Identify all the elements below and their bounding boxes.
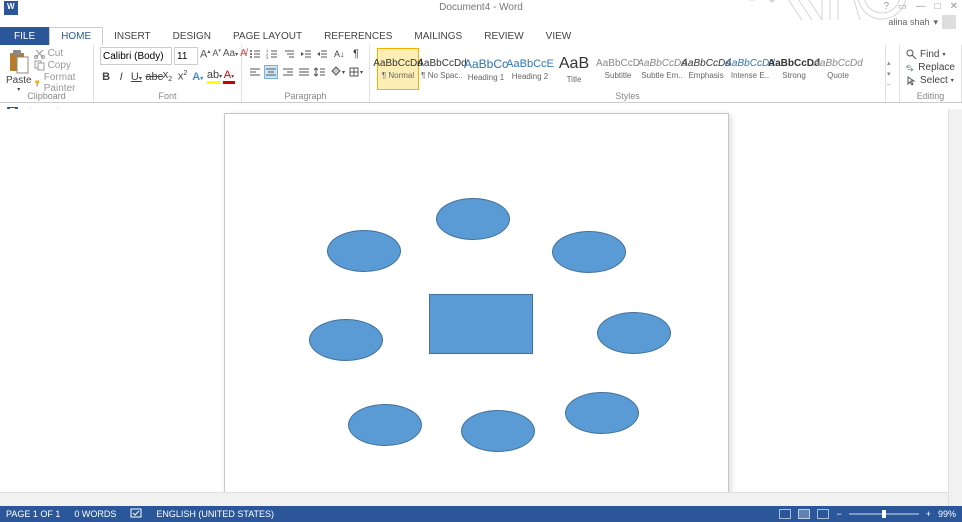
tab-view[interactable]: VIEW [535, 27, 583, 45]
style--normal[interactable]: AaBbCcDd¶ Normal [377, 48, 419, 90]
style-subtitle[interactable]: AaBbCcDSubtitle [597, 48, 639, 90]
line-spacing-button[interactable] [314, 65, 327, 79]
status-words[interactable]: 0 WORDS [74, 509, 116, 519]
justify-button[interactable] [298, 65, 311, 79]
ellipse-shape-5[interactable] [597, 312, 671, 354]
underline-button[interactable]: U▾ [130, 71, 142, 83]
tab-design[interactable]: DESIGN [162, 27, 222, 45]
zoom-in-button[interactable]: + [926, 509, 931, 519]
style-quote[interactable]: AaBbCcDdQuote [817, 48, 859, 90]
horizontal-scrollbar[interactable] [0, 492, 948, 506]
cut-button[interactable]: Cut [34, 48, 87, 59]
bold-button[interactable]: B [100, 71, 112, 83]
zoom-slider[interactable] [849, 513, 919, 515]
superscript-button[interactable]: x2 [177, 70, 189, 83]
copy-button[interactable]: Copy [34, 60, 87, 71]
borders-button[interactable]: ▾ [348, 65, 363, 79]
style-title[interactable]: AaBTitle [553, 48, 595, 90]
align-center-button[interactable] [264, 65, 278, 79]
shrink-font-button[interactable]: A▾ [212, 48, 221, 64]
style-heading-2[interactable]: AaBbCcEHeading 2 [509, 48, 551, 90]
rectangle-shape[interactable] [429, 294, 533, 354]
styles-row-up-icon[interactable]: ▴ [887, 59, 898, 67]
vertical-scrollbar[interactable] [948, 109, 962, 506]
decrease-indent-button[interactable] [299, 47, 313, 61]
ellipse-shape-1[interactable] [436, 198, 510, 240]
svg-text:ab: ab [906, 64, 911, 69]
ellipse-shape-4[interactable] [309, 319, 383, 361]
subscript-button[interactable]: x2 [161, 69, 173, 83]
style--no-spac-[interactable]: AaBbCcDd¶ No Spac.. [421, 48, 463, 90]
find-button[interactable]: Find ▾ [906, 49, 955, 60]
show-marks-button[interactable]: ¶ [349, 47, 363, 61]
close-icon[interactable]: ✕ [950, 1, 958, 12]
ellipse-shape-8[interactable] [565, 392, 639, 434]
font-size-select[interactable] [174, 47, 198, 65]
clipboard-group-label: Clipboard [27, 91, 66, 101]
highlight-button[interactable]: ab▾ [207, 69, 220, 84]
help-icon[interactable]: ? [883, 1, 889, 12]
shading-button[interactable]: ▾ [330, 65, 345, 79]
ellipse-shape-2[interactable] [327, 230, 401, 272]
file-tab[interactable]: FILE [0, 27, 49, 45]
tab-home[interactable]: HOME [49, 27, 103, 45]
change-case-button[interactable]: Aa▾ [223, 48, 238, 64]
avatar[interactable] [942, 15, 956, 29]
numbering-button[interactable]: 123 [265, 47, 279, 61]
ellipse-shape-3[interactable] [552, 231, 626, 273]
multilevel-button[interactable] [282, 47, 296, 61]
zoom-out-button[interactable]: − [836, 509, 841, 519]
read-mode-icon[interactable] [779, 509, 791, 519]
ribbon-options-icon[interactable]: ▭ [898, 1, 907, 12]
status-proofing-icon[interactable] [130, 508, 142, 520]
align-right-button[interactable] [281, 65, 294, 79]
style-strong[interactable]: AaBbCcDdStrong [773, 48, 815, 90]
strike-button[interactable]: abc [145, 71, 158, 83]
minimize-icon[interactable]: — [916, 1, 926, 12]
paragraph-group-label: Paragraph [284, 91, 326, 101]
bullets-button[interactable] [248, 47, 262, 61]
ellipse-shape-7[interactable] [461, 410, 535, 452]
font-color-button[interactable]: A▾ [223, 69, 235, 84]
tab-insert[interactable]: INSERT [103, 27, 162, 45]
increase-indent-button[interactable] [315, 47, 329, 61]
maximize-icon[interactable]: □ [935, 1, 941, 12]
document-page[interactable] [224, 113, 729, 506]
ellipse-shape-6[interactable] [348, 404, 422, 446]
status-language[interactable]: ENGLISH (UNITED STATES) [156, 509, 274, 519]
word-app-icon [4, 1, 18, 15]
tab-page-layout[interactable]: PAGE LAYOUT [222, 27, 313, 45]
tab-review[interactable]: REVIEW [473, 27, 534, 45]
status-page[interactable]: PAGE 1 OF 1 [6, 509, 60, 519]
style-heading-1[interactable]: AaBbCcHeading 1 [465, 48, 507, 90]
window-title: Document4 - Word [439, 2, 523, 13]
styles-group-label: Styles [615, 91, 640, 101]
grow-font-button[interactable]: A▴ [200, 48, 210, 64]
style-intense-e-[interactable]: AaBbCcDdIntense E.. [729, 48, 771, 90]
user-name[interactable]: alina shah [888, 17, 929, 27]
web-layout-icon[interactable] [817, 509, 829, 519]
select-button[interactable]: Select ▾ [906, 75, 955, 86]
tab-references[interactable]: REFERENCES [313, 27, 403, 45]
style-subtle-em-[interactable]: AaBbCcDdSubtle Em.. [641, 48, 683, 90]
style-emphasis[interactable]: AaBbCcDdEmphasis [685, 48, 727, 90]
styles-row-down-icon[interactable]: ▾ [887, 70, 898, 78]
replace-button[interactable]: abReplace [906, 62, 955, 73]
sort-button[interactable]: A↓ [332, 47, 346, 61]
font-group-label: Font [158, 91, 176, 101]
styles-more-icon[interactable]: ⎯ [887, 81, 898, 89]
svg-text:3: 3 [266, 55, 269, 60]
text-effects-button[interactable]: A▾ [192, 71, 204, 83]
print-layout-icon[interactable] [798, 509, 810, 519]
zoom-level[interactable]: 99% [938, 509, 956, 519]
align-left-button[interactable] [248, 65, 261, 79]
font-name-select[interactable] [100, 47, 172, 65]
italic-button[interactable]: I [115, 71, 127, 83]
editing-group-label: Editing [917, 91, 945, 101]
tab-mailings[interactable]: MAILINGS [403, 27, 473, 45]
